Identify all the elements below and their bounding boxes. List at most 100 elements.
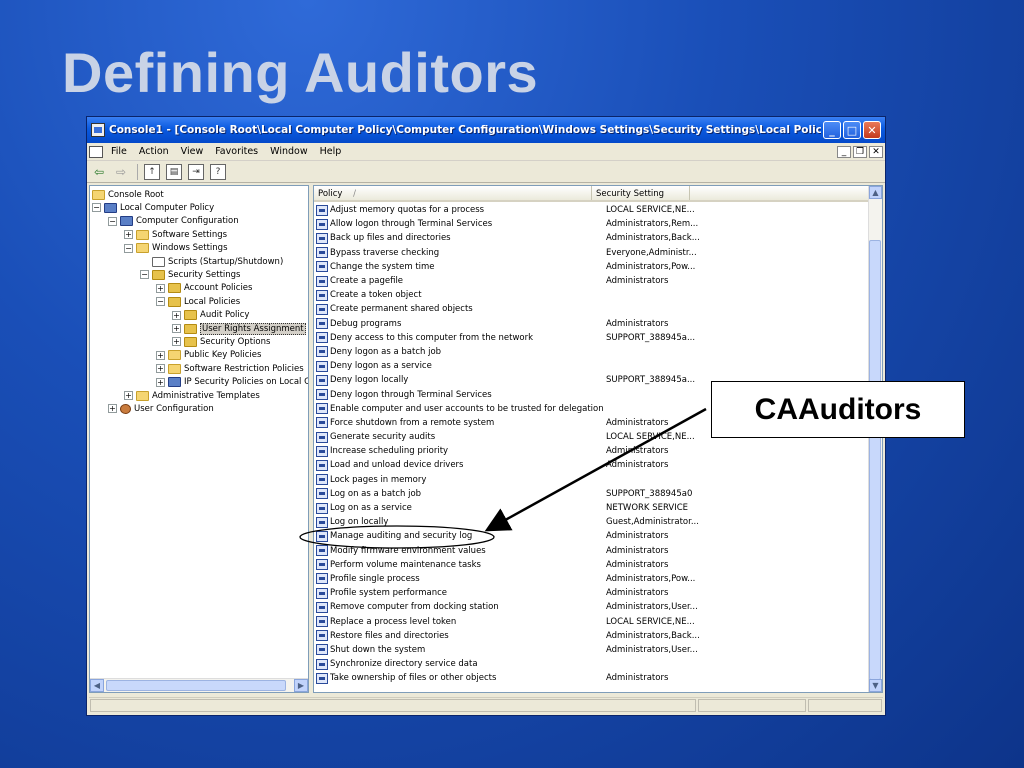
menu-view[interactable]: View [181, 146, 204, 157]
policy-row[interactable]: Remove computer from docking station Admi… [316, 600, 868, 614]
mdi-close-button[interactable]: ✕ [869, 145, 883, 158]
policy-row[interactable]: Create a pagefile Administrators [316, 274, 868, 288]
list-scroll-thumb[interactable] [869, 240, 881, 680]
menu-window[interactable]: Window [270, 146, 307, 157]
expand-icon[interactable]: + [156, 283, 165, 293]
tree-node[interactable]: − Security Settings [140, 268, 240, 281]
maximize-button[interactable]: □ [843, 121, 861, 139]
policy-name: Perform volume maintenance tasks [330, 559, 481, 570]
policy-row[interactable]: Create permanent shared objects [316, 302, 868, 316]
scroll-up-icon[interactable]: ▲ [869, 186, 882, 199]
up-one-level-icon[interactable]: ↑ [144, 163, 160, 180]
mdi-minimize-button[interactable]: _ [837, 145, 851, 158]
column-security-setting[interactable]: Security Setting [592, 186, 690, 200]
menu-favorites[interactable]: Favorites [215, 146, 258, 157]
policy-row[interactable]: Log on as a service NETWORK SERVICE [316, 501, 868, 515]
policy-icon [316, 630, 328, 642]
column-policy[interactable]: Policy / [314, 186, 592, 200]
tree-node[interactable]: Console Root [92, 188, 164, 201]
tree-node[interactable]: + Public Key Policies [156, 349, 261, 362]
policy-row[interactable]: Perform volume maintenance tasks Administ… [316, 558, 868, 572]
show-hide-tree-icon[interactable]: ▤ [166, 163, 182, 180]
tree-node[interactable]: + User Rights Assignment [172, 322, 306, 335]
policy-row[interactable]: Replace a process level token LOCAL SERVI… [316, 614, 868, 628]
tree-node[interactable]: − Local Computer Policy [92, 201, 214, 214]
collapse-icon[interactable]: − [140, 270, 149, 280]
tree-node[interactable]: − Computer Configuration [108, 215, 239, 228]
list-vertical-scrollbar[interactable]: ▲ ▼ [868, 186, 882, 692]
policy-row[interactable]: Profile single process Administrators,Pow… [316, 572, 868, 586]
expand-icon[interactable]: + [108, 404, 117, 414]
policy-row[interactable]: Lock pages in memory [316, 473, 868, 487]
close-button[interactable]: ✕ [863, 121, 881, 139]
collapse-icon[interactable]: − [156, 297, 165, 307]
window-titlebar[interactable]: Console1 - [Console Root\Local Computer … [87, 117, 885, 143]
collapse-icon[interactable]: − [124, 243, 133, 253]
tree-node[interactable]: − Windows Settings [124, 242, 228, 255]
console-tree[interactable]: + User Configuration + Administrative Templ… [89, 185, 309, 693]
policy-row[interactable]: Synchronize directory service data [316, 657, 868, 671]
menu-action[interactable]: Action [139, 146, 169, 157]
policy-row[interactable]: Modify firmware environment values Admini… [316, 544, 868, 558]
tree-node[interactable]: + User Configuration [108, 402, 214, 415]
policy-icon [316, 474, 328, 486]
tree-node[interactable]: − Local Policies [156, 295, 240, 308]
scroll-right-icon[interactable]: ▶ [294, 679, 308, 692]
policy-row[interactable]: Debug programs Administrators [316, 317, 868, 331]
tree-horizontal-scrollbar[interactable]: ◀ ▶ [90, 678, 308, 692]
export-list-icon[interactable]: ⇥ [188, 163, 204, 180]
policy-name: Lock pages in memory [330, 474, 427, 485]
policy-row[interactable]: Log on locally Guest,Administrator... [316, 515, 868, 529]
tree-node[interactable]: + Administrative Templates [124, 389, 260, 402]
tree-node[interactable]: Scripts (Startup/Shutdown) [140, 255, 283, 268]
tree-node[interactable]: + Security Options [172, 335, 270, 348]
console-menu-icon[interactable] [89, 145, 103, 158]
expand-icon[interactable]: + [172, 337, 181, 347]
policy-row[interactable]: Back up files and directories Administrat… [316, 231, 868, 245]
expand-icon[interactable]: + [156, 377, 165, 387]
policy-row[interactable]: Take ownership of files or other objects… [316, 671, 868, 685]
mdi-restore-button[interactable]: ❐ [853, 145, 867, 158]
mmc-app-icon[interactable] [91, 123, 105, 137]
policy-row[interactable]: Restore files and directories Administrat… [316, 629, 868, 643]
help-icon[interactable]: ? [210, 163, 226, 180]
policy-row[interactable]: Deny logon as a batch job [316, 345, 868, 359]
scroll-left-icon[interactable]: ◀ [90, 679, 104, 692]
collapse-icon[interactable]: − [92, 203, 101, 213]
policy-row[interactable]: Bypass traverse checking Everyone,Adminis… [316, 246, 868, 260]
policy-row[interactable]: Profile system performance Administrators [316, 586, 868, 600]
policy-row[interactable]: Shut down the system Administrators,User.… [316, 643, 868, 657]
menu-help[interactable]: Help [320, 146, 342, 157]
policy-row[interactable]: Deny access to this computer from the ne… [316, 331, 868, 345]
back-arrow-icon[interactable]: ⇦ [91, 164, 107, 180]
tree-node[interactable]: + Software Restriction Policies [156, 362, 304, 375]
policy-row[interactable]: Create a token object [316, 288, 868, 302]
tree-node[interactable]: + Account Policies [156, 282, 252, 295]
tree-node[interactable]: + Audit Policy [172, 309, 249, 322]
tree-node[interactable]: + Software Settings [124, 228, 227, 241]
policy-row[interactable]: Change the system time Administrators,Pow… [316, 260, 868, 274]
menu-file[interactable]: File [111, 146, 127, 157]
panes: + User Configuration + Administrative Templ… [89, 185, 883, 693]
minimize-button[interactable]: _ [823, 121, 841, 139]
collapse-icon[interactable]: − [108, 216, 117, 226]
policy-icon [316, 601, 328, 613]
expand-icon[interactable]: + [124, 230, 133, 240]
policy-row[interactable]: Manage auditing and security log Administ… [316, 529, 868, 543]
expand-icon[interactable]: + [172, 310, 181, 320]
scroll-down-icon[interactable]: ▼ [869, 679, 882, 692]
expand-icon[interactable]: + [172, 324, 181, 333]
policy-row[interactable]: Allow logon through Terminal Services Adm… [316, 217, 868, 231]
policy-icon [316, 360, 328, 372]
policy-row[interactable]: Deny logon as a service [316, 359, 868, 373]
policy-row[interactable]: Increase scheduling priority Administrato… [316, 444, 868, 458]
policy-row[interactable]: Adjust memory quotas for a process LOCAL … [316, 203, 868, 217]
expand-icon[interactable]: + [124, 391, 133, 400]
tree-node[interactable]: + IP Security Policies on Local C [156, 376, 308, 389]
tree-scroll-thumb[interactable] [106, 680, 286, 691]
forward-arrow-icon[interactable]: ⇨ [113, 164, 129, 180]
expand-icon[interactable]: + [156, 364, 165, 374]
expand-icon[interactable]: + [156, 350, 165, 360]
policy-row[interactable]: Load and unload device drivers Administra… [316, 458, 868, 472]
policy-row[interactable]: Log on as a batch job SUPPORT_388945a0 [316, 487, 868, 501]
